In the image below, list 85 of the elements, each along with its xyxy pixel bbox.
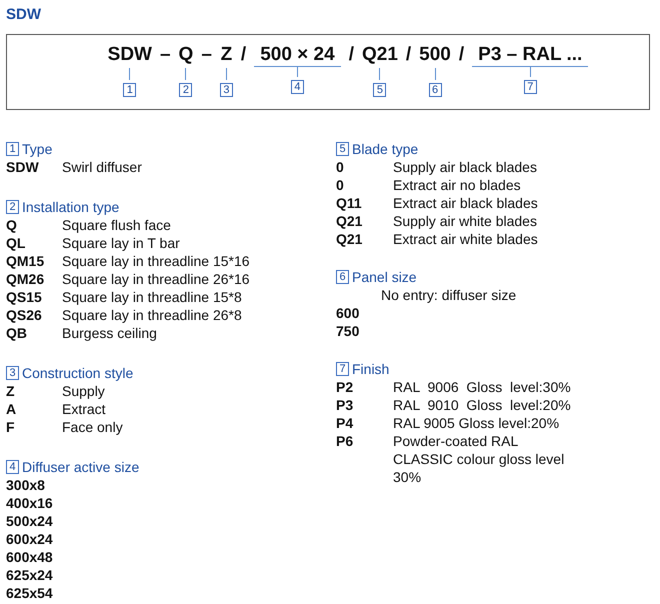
option-code: QL	[6, 234, 26, 252]
number-marker: 3	[6, 366, 19, 380]
product-title: SDW	[6, 6, 41, 23]
option-description: Extract	[62, 400, 106, 418]
option-description: Swirl diffuser	[62, 158, 142, 176]
option-description: Square lay in T bar	[62, 234, 180, 252]
option-description: Square lay in threadline 26*16	[62, 270, 250, 288]
number-marker: 6	[428, 83, 442, 97]
code-separator: –	[200, 44, 213, 66]
section-heading: Blade type	[352, 140, 418, 158]
option-code: QB	[6, 324, 28, 342]
option-code: Q11	[336, 194, 363, 212]
number-marker: 4	[290, 80, 304, 94]
option-code: QM26	[6, 270, 46, 288]
option-description: Extract air no blades	[393, 176, 521, 194]
option-description: Square lay in threadline 15*8	[62, 288, 242, 306]
option-code: 600	[336, 304, 360, 322]
section-heading: Construction style	[22, 364, 134, 382]
code-separator: /	[404, 44, 412, 66]
option-code: QM15	[6, 252, 46, 270]
option-description: Square lay in threadline 26*8	[62, 306, 242, 324]
number-marker: 4	[6, 460, 19, 474]
option-code: QS15	[6, 288, 43, 306]
number-marker: 1	[123, 83, 136, 97]
code-text: SDW	[108, 44, 152, 66]
note-text: No entry: diffuser size	[380, 286, 516, 304]
option-code: 300x8	[6, 476, 46, 494]
code-separator: /	[240, 44, 248, 66]
option-description: Extract air black blades	[393, 194, 538, 212]
option-code: 500x24	[6, 512, 54, 530]
section-heading: Type	[22, 140, 52, 158]
option-description: RAL 9005 Gloss level:20%	[393, 414, 560, 432]
option-code: P6	[336, 432, 354, 451]
option-code: 750	[336, 322, 360, 340]
section-heading: Installation type	[22, 198, 120, 216]
section-heading: Diffuser active size	[22, 458, 140, 476]
number-marker: 5	[373, 83, 386, 97]
option-description: Face only	[62, 418, 123, 436]
number-marker: 6	[336, 270, 349, 284]
option-code: P4	[336, 414, 354, 432]
option-code: Q	[6, 216, 18, 234]
option-code: Q21	[336, 212, 364, 230]
code-separator: /	[348, 44, 355, 66]
option-description: Extract air white blades	[393, 230, 538, 248]
number-marker: 3	[220, 83, 233, 97]
option-code: F	[6, 418, 16, 436]
option-description: RAL 9006 Gloss level:30%	[393, 378, 571, 396]
option-code: 625x24	[6, 566, 54, 584]
number-marker: 7	[524, 80, 537, 94]
option-code: Z	[6, 382, 16, 400]
option-description: Powder-coated RAL CLASSIC colour gloss level 30%	[393, 432, 566, 486]
section-heading: Panel size	[352, 268, 417, 286]
option-code: 600x48	[6, 548, 54, 566]
number-marker: 5	[336, 142, 349, 156]
option-description: Supply air white blades	[393, 212, 537, 230]
option-description: RAL 9010 Gloss level:20%	[393, 396, 571, 414]
option-code: P2	[336, 378, 354, 396]
number-marker: 7	[336, 362, 349, 376]
code-text: 500 × 24	[259, 44, 336, 66]
option-code: 0	[336, 158, 345, 176]
option-description: Square lay in threadline 15*16	[62, 252, 250, 270]
option-code: 625x54	[6, 584, 54, 602]
code-separator: /	[458, 44, 466, 66]
option-code: SDW	[6, 158, 40, 176]
number-marker: 2	[6, 200, 19, 214]
number-marker: 2	[179, 83, 192, 97]
option-code: 0	[336, 176, 345, 194]
code-text: Z	[220, 44, 232, 66]
code-text: 500	[419, 44, 451, 66]
code-text: Q	[178, 44, 194, 66]
code-text: Q21	[362, 44, 398, 66]
option-description: Supply	[62, 382, 105, 400]
option-code: Q21	[336, 230, 364, 248]
option-code: 600x24	[6, 530, 54, 548]
option-description: Supply air black blades	[393, 158, 537, 176]
number-marker: 1	[6, 142, 19, 156]
option-code: QS26	[6, 306, 43, 324]
option-code: A	[6, 400, 18, 418]
option-code: P3	[336, 396, 354, 414]
option-description: Square flush face	[62, 216, 171, 234]
option-code: 400x16	[6, 494, 54, 512]
code-separator: –	[158, 44, 172, 66]
option-description: Burgess ceiling	[62, 324, 157, 342]
code-text: P3 – RAL ...	[477, 44, 584, 66]
section-heading: Finish	[352, 360, 390, 378]
